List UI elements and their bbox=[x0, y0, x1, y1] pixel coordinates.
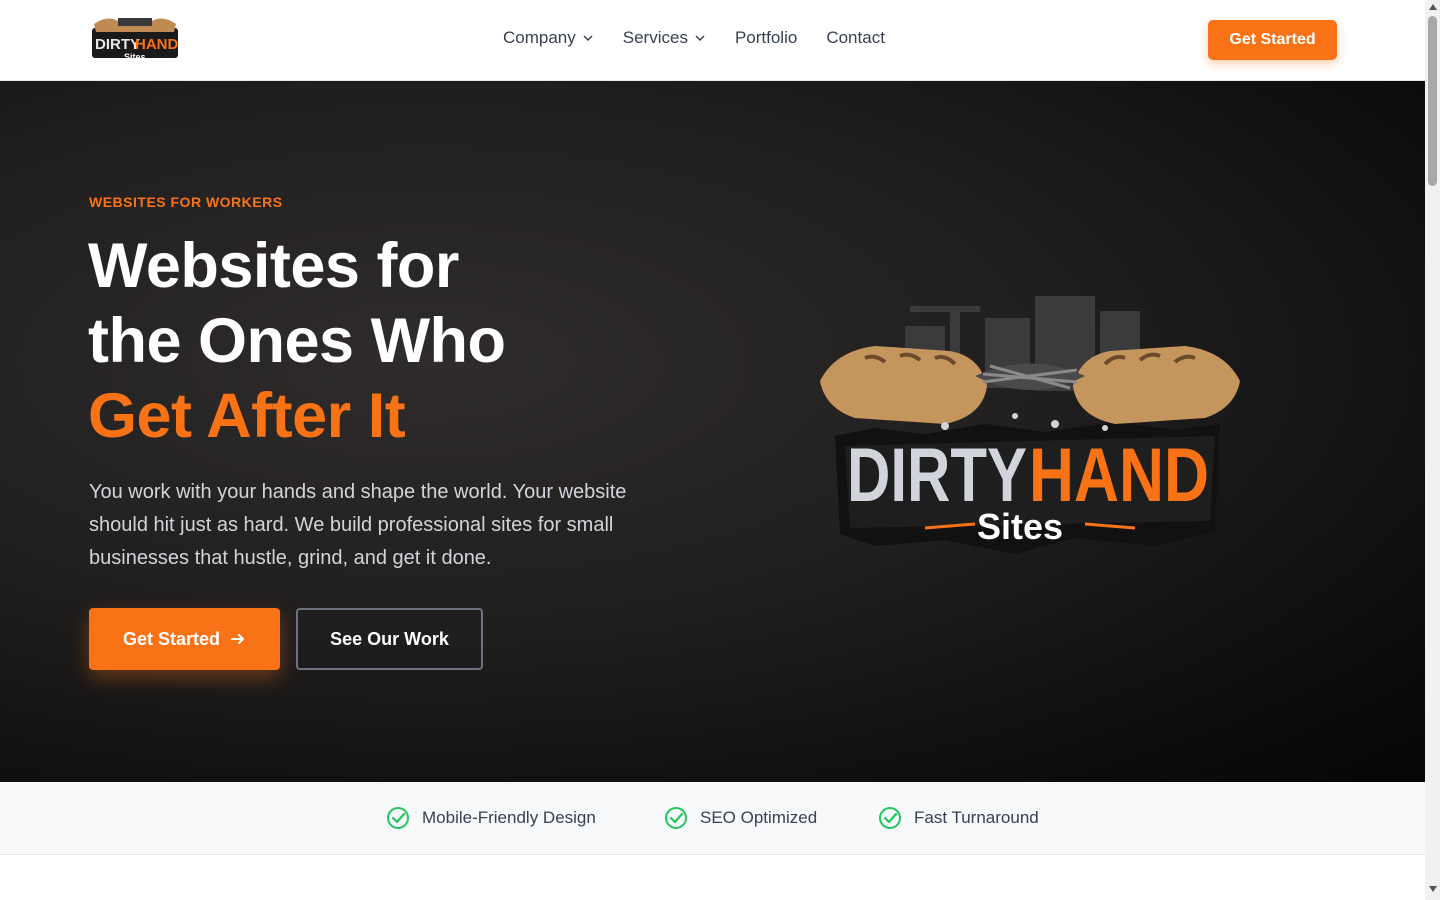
nav-item-company[interactable]: Company bbox=[503, 28, 594, 48]
hero-headline: Websites for the Ones Who Get After It bbox=[88, 229, 506, 454]
hero-eyebrow: WEBSITES FOR WORKERS bbox=[89, 194, 283, 210]
arrow-right-icon bbox=[231, 634, 245, 644]
site-header: DIRTY HAND Sites Company Services Portfo… bbox=[0, 0, 1425, 81]
svg-text:Sites: Sites bbox=[977, 506, 1063, 547]
svg-text:Sites: Sites bbox=[124, 52, 146, 62]
main-nav: Company Services Portfolio Contact bbox=[503, 28, 914, 48]
see-our-work-button[interactable]: See Our Work bbox=[296, 608, 483, 670]
svg-text:DIRTY: DIRTY bbox=[95, 36, 140, 53]
nav-item-label: Portfolio bbox=[734, 28, 798, 47]
scroll-up-arrow-icon[interactable] bbox=[1429, 4, 1437, 10]
svg-text:HAND: HAND bbox=[135, 36, 178, 53]
hero-section: WEBSITES FOR WORKERS Websites for the On… bbox=[0, 81, 1425, 782]
hero-lead: You work with your hands and shape the w… bbox=[89, 481, 627, 569]
headline-line-1: Websites for bbox=[88, 231, 459, 301]
feature-label: Fast Turnaround bbox=[914, 808, 1039, 827]
check-circle-icon bbox=[387, 807, 409, 829]
feature-item: Mobile-Friendly Design bbox=[386, 806, 596, 830]
nav-item-contact[interactable]: Contact bbox=[826, 28, 885, 48]
check-circle-icon bbox=[665, 807, 687, 829]
scroll-down-arrow-icon[interactable] bbox=[1429, 886, 1437, 892]
chevron-down-icon bbox=[695, 35, 705, 42]
headline-line-2: the Ones Who bbox=[88, 306, 506, 376]
hero-get-started-button[interactable]: Get Started bbox=[89, 608, 280, 670]
nav-item-portfolio[interactable]: Portfolio bbox=[735, 28, 797, 48]
page-scrollbar[interactable] bbox=[1425, 0, 1440, 900]
headline-accent: Get After It bbox=[88, 381, 406, 451]
nav-item-services[interactable]: Services bbox=[623, 28, 706, 48]
hero-brand-logo: DIRTY HAND Sites bbox=[820, 296, 1240, 554]
feature-label: SEO Optimized bbox=[700, 808, 818, 827]
features-strip: Mobile-Friendly Design SEO Optimized Fas… bbox=[0, 782, 1425, 855]
brand-logo[interactable]: DIRTY HAND Sites bbox=[88, 10, 182, 68]
nav-item-label: Services bbox=[622, 28, 688, 47]
scrollbar-thumb[interactable] bbox=[1428, 16, 1437, 186]
nav-item-label: Contact bbox=[826, 28, 885, 47]
nav-item-label: Company bbox=[503, 28, 576, 47]
feature-item: SEO Optimized bbox=[664, 806, 817, 830]
feature-item: Fast Turnaround bbox=[878, 806, 1039, 830]
check-circle-icon bbox=[879, 807, 901, 829]
chevron-down-icon bbox=[583, 35, 593, 42]
feature-label: Mobile-Friendly Design bbox=[422, 808, 596, 827]
button-label: Get Started bbox=[122, 628, 221, 649]
header-get-started-button[interactable]: Get Started bbox=[1208, 20, 1337, 60]
